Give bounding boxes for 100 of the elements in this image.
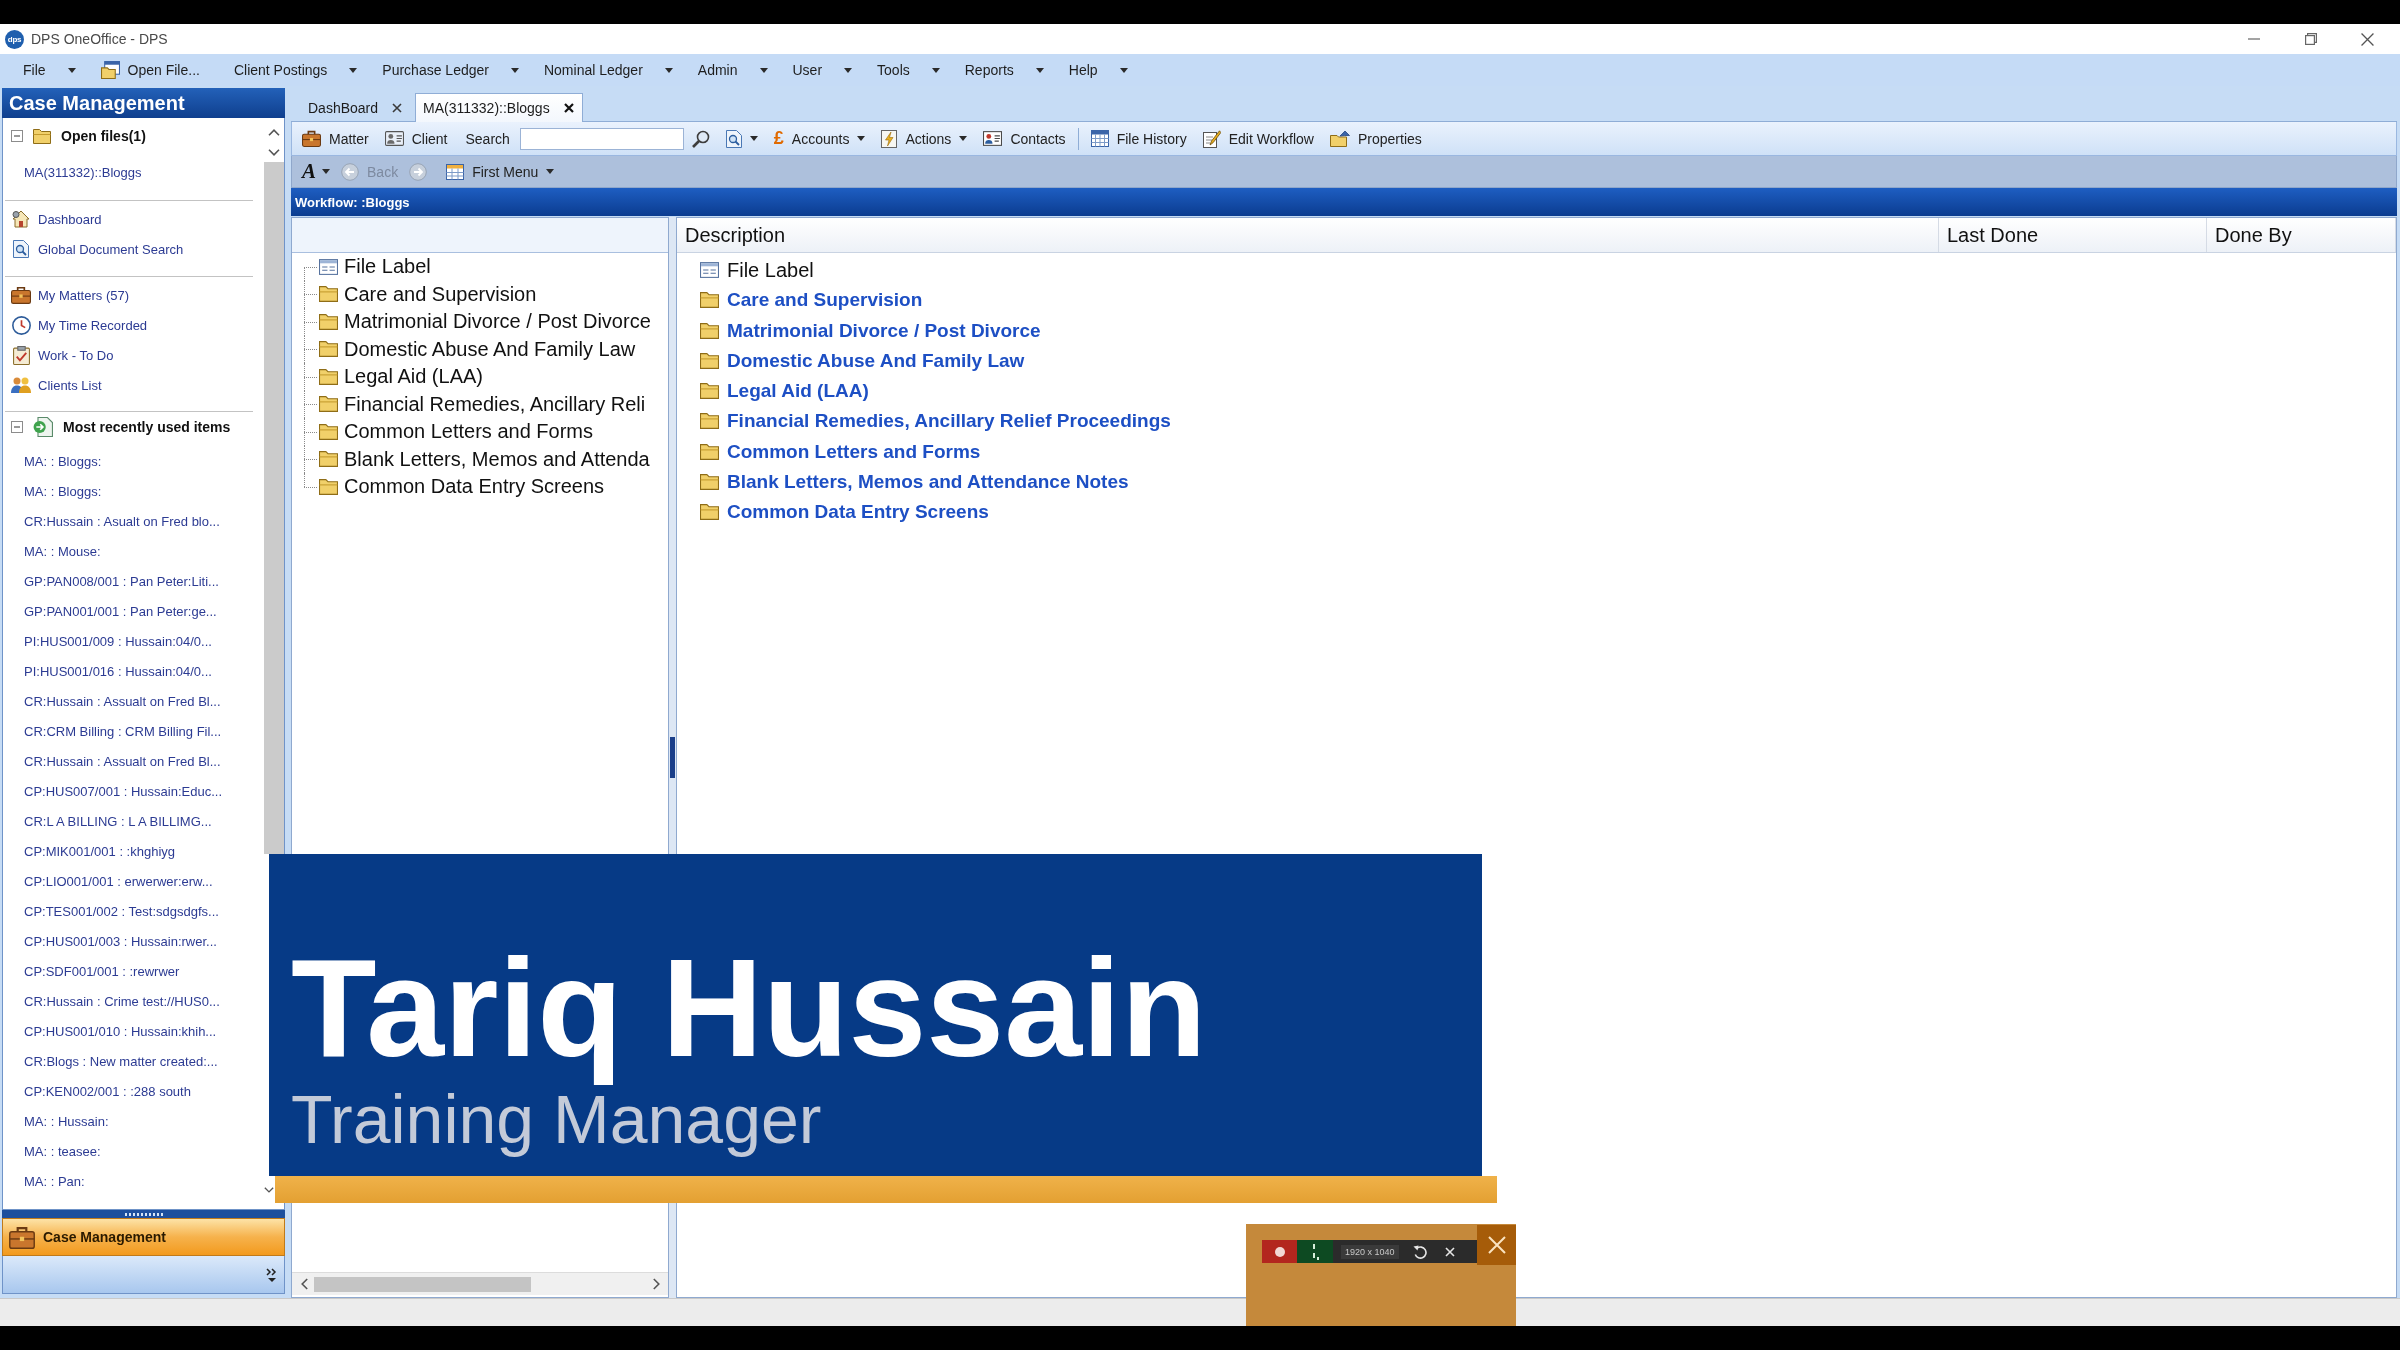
menu-item[interactable]: Open File...	[93, 57, 216, 83]
recent-item[interactable]: CR:Hussain : Assualt on Fred Bl...	[24, 746, 221, 776]
overflow-button[interactable]	[266, 1267, 278, 1282]
recent-item[interactable]: CR:CRM Billing : CRM Billing Fil...	[24, 716, 222, 746]
sidebar-link[interactable]: My Matters (57)	[11, 280, 129, 310]
menu-item[interactable]: Reports	[957, 57, 1051, 83]
sidebar-link[interactable]: Clients List	[11, 370, 102, 400]
accounts-button[interactable]: £ Accounts	[769, 125, 870, 152]
audio-button[interactable]	[1297, 1240, 1333, 1263]
sidebar-link[interactable]: Work - To Do	[11, 340, 114, 370]
list-item[interactable]: Common Data Entry Screens	[700, 497, 989, 528]
recent-item[interactable]: PI:HUS001/016 : Hussain:04/0...	[24, 656, 212, 686]
folder-icon	[700, 383, 719, 400]
sidebar-link[interactable]: My Time Recorded	[11, 310, 148, 340]
column-header[interactable]: Done By	[2207, 218, 2396, 252]
list-item[interactable]: Matrimonial Divorce / Post Divorce	[700, 315, 1041, 346]
recent-item[interactable]: GP:PAN008/001 : Pan Peter:Liti...	[24, 566, 219, 596]
tree-item[interactable]: Domestic Abuse And Family Law	[319, 335, 636, 363]
open-file-link[interactable]: MA(311332)::Bloggs	[24, 152, 142, 192]
menu-item[interactable]: Nominal Ledger	[536, 57, 680, 83]
properties-button[interactable]: Properties	[1325, 125, 1426, 152]
scrollbar[interactable]	[292, 1272, 668, 1295]
folder-icon	[700, 473, 719, 490]
menu-item[interactable]: Help	[1061, 57, 1135, 83]
list-item[interactable]: Common Letters and Forms	[700, 436, 981, 467]
menu-item[interactable]: Admin	[690, 57, 775, 83]
recent-item[interactable]: MA: : Bloggs:	[24, 476, 102, 506]
briefcase-icon	[11, 286, 31, 304]
minimize-icon	[2247, 38, 2260, 40]
recent-item[interactable]: CR:Hussain : Assualt on Fred Bl...	[24, 686, 221, 716]
sidebar-link[interactable]: Global Document Search	[11, 234, 184, 264]
font-dropdown-button[interactable]: A	[298, 158, 334, 185]
first-menu-button[interactable]: First Menu	[442, 158, 559, 185]
tree-item[interactable]: Financial Remedies, Ancillary Reli	[319, 390, 646, 418]
double-chevron-icon	[266, 1267, 278, 1282]
recent-item[interactable]: MA: : Bloggs:	[24, 446, 102, 476]
recent-item[interactable]: MA: : teasee:	[24, 1136, 101, 1166]
search-field[interactable]	[519, 127, 684, 150]
contact-card-icon	[983, 131, 1003, 146]
menu-item[interactable]: Client Postings	[226, 57, 365, 83]
file-history-button[interactable]: File History	[1086, 125, 1191, 152]
recent-item[interactable]: CP:MIK001/001 : :khghiyg	[24, 836, 176, 866]
list-item[interactable]: Financial Remedies, Ancillary Relief Proceedings	[700, 406, 1171, 437]
section-header[interactable]: Most recently used items	[3, 412, 231, 442]
recent-item[interactable]: CP:HUS001/010 : Hussain:khih...	[24, 1016, 217, 1046]
recent-item[interactable]: CR:Hussain : Asualt on Fred blo...	[24, 506, 220, 536]
recent-item[interactable]: MA: : Hussain:	[24, 1106, 109, 1136]
tab[interactable]: MA(311332)::Bloggs	[415, 93, 583, 122]
tree-item[interactable]: Matrimonial Divorce / Post Divorce	[319, 308, 651, 336]
list-item[interactable]: Domestic Abuse And Family Law	[700, 345, 1025, 376]
recent-item[interactable]: MA: : Pan:	[24, 1166, 85, 1196]
recent-item[interactable]: CR:Hussain : Crime test://HUS0...	[24, 986, 220, 1016]
recent-item[interactable]: CR:L A BILLING : L A BILLIMG...	[24, 806, 212, 836]
scrollbar-thumb[interactable]	[264, 162, 284, 854]
recent-item[interactable]: CR:Blogs : New matter created:...	[24, 1046, 218, 1076]
menu-item[interactable]: Purchase Ledger	[375, 57, 526, 83]
tree-item[interactable]: Blank Letters, Memos and Attenda	[319, 445, 650, 473]
client-button[interactable]: Client	[380, 125, 452, 152]
recent-item[interactable]: CP:LIO001/001 : erwerwer:erw...	[24, 866, 213, 896]
recent-item[interactable]: MA: : Mouse:	[24, 536, 101, 566]
section-header[interactable]: Open files(1)	[3, 120, 146, 152]
scrollbar-thumb[interactable]	[314, 1276, 531, 1292]
edit-workflow-button[interactable]: Edit Workflow	[1198, 125, 1318, 152]
tree-item[interactable]: Care and Supervision	[319, 280, 537, 308]
column-header[interactable]: Last Done	[1939, 218, 2207, 252]
id-card-icon	[384, 131, 404, 146]
list-item[interactable]: File Label	[700, 255, 814, 286]
tree-item[interactable]: Common Data Entry Screens	[319, 473, 605, 501]
tab[interactable]: DashBoard	[300, 93, 412, 122]
tree-item[interactable]: Common Letters and Forms	[319, 418, 593, 446]
recent-item[interactable]: GP:PAN001/001 : Pan Peter:ge...	[24, 596, 217, 626]
sidebar-link[interactable]: Dashboard	[11, 204, 102, 234]
splitter-handle[interactable]	[670, 737, 675, 778]
matter-button[interactable]: Matter	[298, 125, 373, 152]
list-item[interactable]: Legal Aid (LAA)	[700, 376, 869, 407]
recent-item[interactable]: PI:HUS001/009 : Hussain:04/0...	[24, 626, 212, 656]
tree-item[interactable]: Legal Aid (LAA)	[319, 363, 483, 391]
column-header[interactable]: Description	[677, 218, 1939, 252]
case-management-button[interactable]: Case Management	[2, 1218, 285, 1256]
search-label: Search	[465, 130, 510, 147]
list-item[interactable]: Blank Letters, Memos and Attendance Notes	[700, 466, 1129, 497]
recent-item[interactable]: CP:SDF001/001 : :rewrwer	[24, 956, 180, 986]
actions-button[interactable]: Actions	[877, 125, 972, 152]
record-button[interactable]	[1262, 1240, 1297, 1263]
menu-item[interactable]: User	[785, 57, 860, 83]
clock-icon	[11, 315, 31, 335]
recent-item[interactable]: CP:TES001/002 : Test:sdgsdgfs...	[24, 896, 219, 926]
menu-item[interactable]: Tools	[870, 57, 947, 83]
list-item[interactable]: Care and Supervision	[700, 285, 923, 316]
recent-item[interactable]: CP:HUS007/001 : Hussain:Educ...	[24, 776, 222, 806]
folder-icon	[700, 413, 719, 430]
caret-icon	[546, 169, 555, 174]
recent-item[interactable]: CP:KEN002/001 : :288 south	[24, 1076, 191, 1106]
contacts-button[interactable]: Contacts	[979, 125, 1070, 152]
record-icon	[1274, 1246, 1285, 1257]
people-icon	[11, 377, 31, 393]
tree-item[interactable]: File Label	[319, 253, 431, 281]
folder-icon	[700, 352, 719, 369]
recent-item[interactable]: CP:HUS001/003 : Hussain:rwer...	[24, 926, 217, 956]
menu-item[interactable]: File	[16, 57, 83, 83]
